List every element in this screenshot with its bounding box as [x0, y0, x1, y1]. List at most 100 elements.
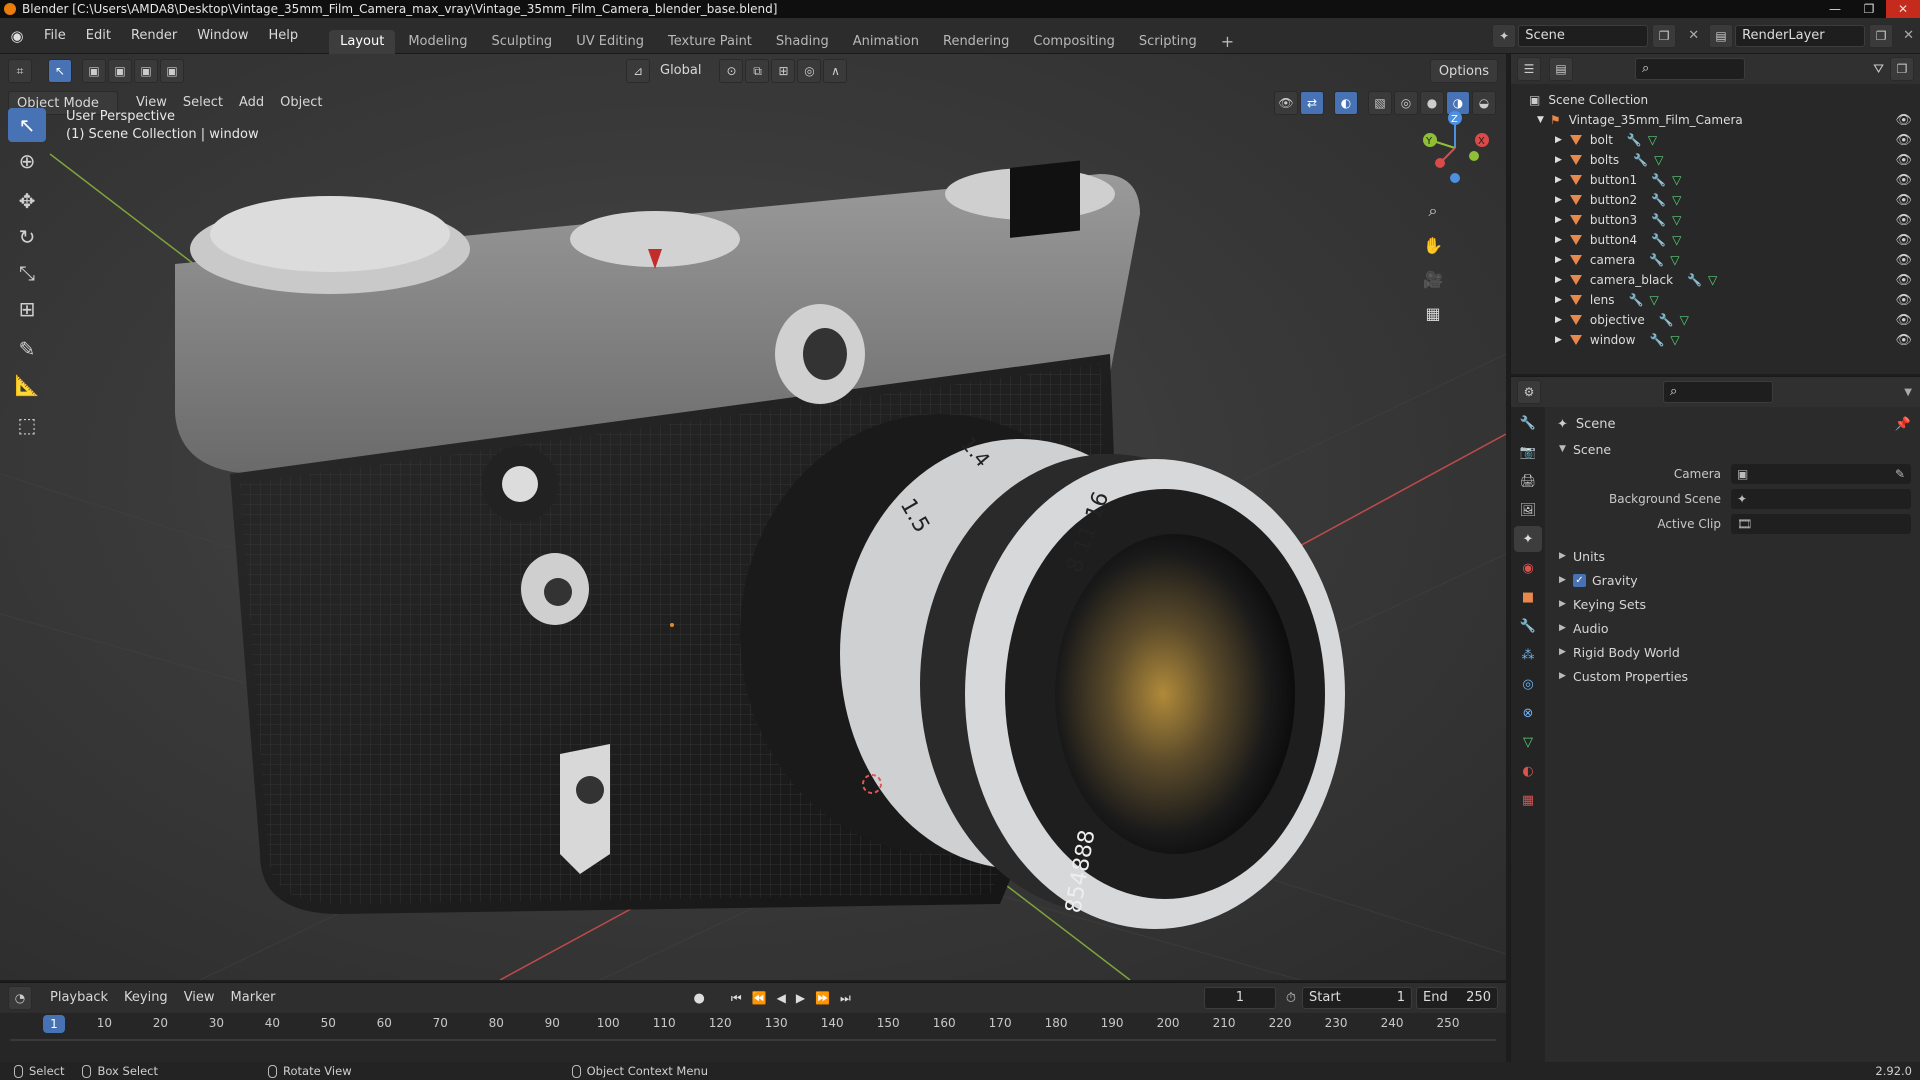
pan-hand-icon[interactable]: ✋ — [1418, 230, 1448, 260]
collection-row[interactable]: ▼ ⚑ Vintage_35mm_Film_Camera 👁 — [1511, 110, 1920, 130]
3d-viewport[interactable]: 1.5 1.4 8 11 16 854888 — [0, 54, 1506, 980]
tab-scripting[interactable]: Scripting — [1128, 30, 1208, 54]
texture-tab-icon[interactable]: ▦ — [1514, 787, 1542, 813]
outliner-search-input[interactable]: ⌕ — [1635, 58, 1745, 80]
physics-tab-icon[interactable]: ◎ — [1514, 671, 1542, 697]
menu-timeline-view[interactable]: View — [176, 986, 223, 1010]
expand-chevron-icon[interactable]: ▼ — [1537, 115, 1544, 125]
keying-sets-panel[interactable]: ▶ Keying Sets — [1551, 592, 1919, 616]
camera-field[interactable]: ▣ ✎ — [1731, 463, 1911, 484]
menu-object[interactable]: Object — [272, 91, 330, 115]
display-mode-icon[interactable]: ▤ — [1549, 57, 1573, 81]
visibility-eye-icon[interactable]: 👁 — [1895, 293, 1912, 308]
snap-icon[interactable]: ⧉ — [745, 59, 770, 83]
visibility-eye-icon[interactable]: 👁 — [1895, 213, 1912, 228]
rotate-tool-icon[interactable]: ↻ — [8, 220, 46, 254]
outliner-editor-icon[interactable]: ☰ — [1517, 57, 1541, 81]
menu-edit[interactable]: Edit — [76, 18, 121, 54]
playhead[interactable]: 1 — [43, 1015, 65, 1033]
zoom-icon[interactable]: ⌕ — [1418, 196, 1448, 226]
outliner-item-camera[interactable]: ▶ camera 🔧 ▽ 👁 — [1511, 250, 1920, 270]
minimize-button[interactable]: — — [1818, 0, 1852, 18]
visibility-eye-icon[interactable]: 👁 — [1895, 233, 1912, 248]
timeline-editor-icon[interactable]: ◔ — [8, 986, 32, 1010]
outliner-item-objective[interactable]: ▶ objective 🔧 ▽ 👁 — [1511, 310, 1920, 330]
maximize-button[interactable]: ❐ — [1852, 0, 1886, 18]
start-frame-field[interactable]: Start 1 — [1302, 987, 1412, 1009]
xray-icon[interactable]: ▧ — [1368, 91, 1392, 115]
annotate-tool-icon[interactable]: ✎ — [8, 332, 46, 366]
scale-tool-icon[interactable]: ⤡ — [8, 256, 46, 290]
scene-field[interactable]: Scene — [1518, 24, 1649, 47]
camera-view-icon[interactable]: 🎥 — [1418, 264, 1448, 294]
menu-playback[interactable]: Playback — [42, 986, 116, 1010]
visibility-eye-icon[interactable]: 👁 — [1895, 133, 1912, 148]
timeline-scrollbar[interactable] — [10, 1039, 1496, 1041]
tab-rendering[interactable]: Rendering — [932, 30, 1020, 54]
outliner-item-button4[interactable]: ▶ button4 🔧 ▽ 👁 — [1511, 230, 1920, 250]
remove-layer-icon[interactable]: ✕ — [1903, 28, 1914, 43]
scene-panel-header[interactable]: ▼ Scene — [1551, 437, 1919, 461]
select-box-tool-icon[interactable]: ↖ — [8, 108, 46, 142]
visibility-eye-icon[interactable]: 👁 — [1895, 173, 1912, 188]
visibility-eye-icon[interactable]: 👁 — [1895, 113, 1912, 128]
properties-search-input[interactable]: ⌕ — [1663, 381, 1773, 403]
tab-sculpting[interactable]: Sculpting — [480, 30, 563, 54]
render-tab-icon[interactable]: 📷 — [1514, 439, 1542, 465]
menu-help[interactable]: Help — [259, 18, 309, 54]
output-tab-icon[interactable]: 🖨 — [1514, 468, 1542, 494]
render-layer-field[interactable]: RenderLayer — [1735, 24, 1866, 47]
blender-menu-icon[interactable]: ◉ — [0, 27, 34, 45]
menu-keying[interactable]: Keying — [116, 986, 176, 1010]
tab-animation[interactable]: Animation — [842, 30, 930, 54]
orientation-dropdown[interactable]: Global — [652, 59, 709, 83]
clock-icon[interactable]: ⏱ — [1286, 991, 1296, 1006]
select-mode-subtract-icon[interactable]: ▣ — [134, 59, 158, 83]
world-tab-icon[interactable]: ◉ — [1514, 555, 1542, 581]
data-tab-icon[interactable]: ▽ — [1514, 729, 1542, 755]
new-layer-icon[interactable]: ❐ — [1869, 23, 1894, 48]
pivot-icon[interactable]: ⊙ — [719, 59, 744, 83]
particles-tab-icon[interactable]: ⁂ — [1514, 642, 1542, 668]
ortho-grid-icon[interactable]: ▦ — [1418, 298, 1448, 328]
end-frame-field[interactable]: End 250 — [1416, 987, 1498, 1009]
falloff-icon[interactable]: ∧ — [823, 59, 848, 83]
render-layer-icon[interactable]: ▤ — [1709, 23, 1734, 48]
view-layer-tab-icon[interactable]: 🖼 — [1514, 497, 1542, 523]
tool-tab-icon[interactable]: 🔧 — [1514, 410, 1542, 436]
menu-render[interactable]: Render — [121, 18, 187, 54]
gravity-panel[interactable]: ▶ ✓ Gravity — [1551, 568, 1919, 592]
axis-gizmo[interactable]: Z Y X — [1410, 108, 1500, 188]
add-workspace-button[interactable]: + — [1210, 30, 1245, 54]
outliner-item-bolts[interactable]: ▶ bolts 🔧 ▽ 👁 — [1511, 150, 1920, 170]
properties-menu-chevron-icon[interactable]: ▼ — [1904, 387, 1912, 398]
visibility-eye-icon[interactable]: 👁 — [1895, 153, 1912, 168]
units-panel[interactable]: ▶ Units — [1551, 544, 1919, 568]
object-tab-icon[interactable]: ■ — [1514, 584, 1542, 610]
frame-ruler[interactable]: 1 10 20 30 40 50 60 70 80 90 100 110 120 130 140 150 16… — [0, 1013, 1506, 1035]
select-mode-new-icon[interactable]: ▣ — [82, 59, 106, 83]
transform-orientation-icon[interactable]: ⊿ — [626, 59, 650, 83]
menu-file[interactable]: File — [34, 18, 76, 54]
current-frame-field[interactable]: 1 — [1203, 987, 1276, 1009]
tab-compositing[interactable]: Compositing — [1022, 30, 1126, 54]
proportional-edit-icon[interactable]: ◎ — [797, 59, 822, 83]
visibility-eye-icon[interactable]: 👁 — [1895, 273, 1912, 288]
tab-shading[interactable]: Shading — [765, 30, 840, 54]
visibility-eye-icon[interactable]: 👁 — [1895, 253, 1912, 268]
next-keyframe-icon[interactable]: ⏩ — [815, 991, 830, 1005]
tab-layout[interactable]: Layout — [329, 29, 396, 54]
scene-collection-row[interactable]: ▣ Scene Collection — [1511, 90, 1920, 110]
visibility-eye-icon[interactable]: 👁 — [1895, 313, 1912, 328]
background-scene-field[interactable]: ✦ — [1731, 488, 1911, 509]
tab-texture-paint[interactable]: Texture Paint — [657, 30, 763, 54]
editor-type-icon[interactable]: ⌗ — [8, 59, 32, 83]
outliner-item-window[interactable]: ▶ window 🔧 ▽ 👁 — [1511, 330, 1920, 350]
eyedropper-icon[interactable]: ✎ — [1895, 467, 1905, 481]
play-reverse-icon[interactable]: ◀ — [777, 991, 786, 1005]
filter-icon[interactable]: ⛛ — [1873, 62, 1884, 77]
scene-icon[interactable]: ✦ — [1492, 23, 1517, 48]
jump-end-icon[interactable]: ⏭ — [840, 991, 851, 1006]
custom-properties-panel[interactable]: ▶ Custom Properties — [1551, 664, 1919, 688]
outliner-item-bolt[interactable]: ▶ bolt 🔧 ▽ 👁 — [1511, 130, 1920, 150]
